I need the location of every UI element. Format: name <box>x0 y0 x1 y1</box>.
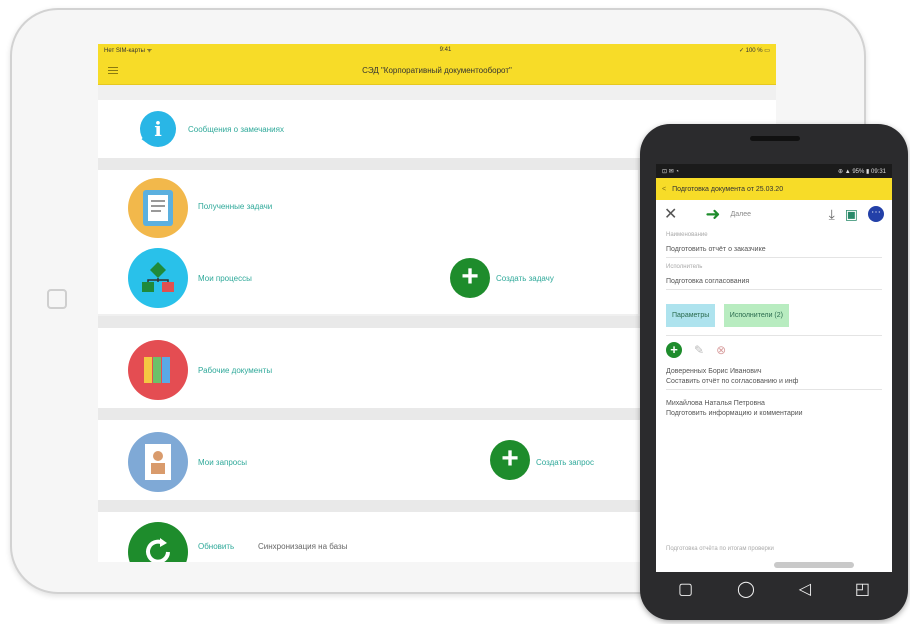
phone-tabs: Параметры Исполнители (2) <box>656 294 892 327</box>
forward-label[interactable]: Далее <box>731 211 752 218</box>
sync-label: Синхронизация на базы <box>258 542 348 551</box>
phone-speaker <box>750 136 800 141</box>
menu-row-label: Сообщения о замечаниях <box>188 125 284 134</box>
android-nav-bar: ▢ ◯ ◁ ◰ <box>656 572 892 606</box>
divider <box>666 257 882 258</box>
menu-row-label: Обновить <box>198 542 235 551</box>
tab-performers[interactable]: Исполнители (2) <box>723 304 789 327</box>
tablet-home-button[interactable] <box>47 289 67 309</box>
document-person-icon <box>128 432 188 492</box>
create-request-button[interactable]: + <box>490 440 530 480</box>
add-icon[interactable]: + <box>666 342 682 358</box>
recent-apps-icon[interactable]: ▢ <box>678 579 693 599</box>
phone-title: Подготовка документа от 25.03.20 <box>672 185 784 193</box>
menu-row-documents[interactable]: Рабочие документы <box>98 328 658 408</box>
info-icon: i <box>140 111 176 147</box>
svg-text:i: i <box>154 117 162 141</box>
status-battery: ✓ 100 % ▭ <box>738 47 770 54</box>
phone-status-left: ⊡ ✉ ◔ <box>662 168 680 175</box>
field-value[interactable]: Подготовка согласования <box>656 278 892 285</box>
phone-status-right: ⊕ ▲ 95% ▮ 09:31 <box>838 168 886 175</box>
list-item[interactable]: Доверенных Борис Иванович Составить отчё… <box>656 360 892 385</box>
menu-row-received-tasks[interactable]: Полученные задачи <box>98 170 638 240</box>
list-item[interactable]: Михайлова Наталья Петровна Подготовить и… <box>656 394 892 417</box>
flowchart-icon <box>128 248 188 308</box>
phone-toolbar: ✕ ➜ Далее ⤓ ▣ ⋯ <box>656 200 892 228</box>
save-icon[interactable]: ▣ <box>845 206 858 223</box>
menu-row-label: Полученные задачи <box>198 202 273 211</box>
clipboard-icon <box>128 178 188 238</box>
download-icon[interactable]: ⤓ <box>829 206 835 223</box>
create-task-button[interactable]: + <box>450 258 490 298</box>
delete-icon[interactable]: ⊗ <box>716 343 726 357</box>
folders-icon <box>128 340 188 400</box>
list-item-name: Доверенных Борис Иванович <box>666 368 762 375</box>
field-label: Наименование <box>666 232 708 238</box>
phone-frame: ⊡ ✉ ◔ ⊕ ▲ 95% ▮ 09:31 < Подготовка докум… <box>640 124 908 620</box>
scroll-indicator[interactable] <box>774 562 854 568</box>
phone-screen: ⊡ ✉ ◔ ⊕ ▲ 95% ▮ 09:31 < Подготовка докум… <box>656 164 892 572</box>
list-item-desc: Составить отчёт по согласованию и инф <box>666 378 799 385</box>
phone-status-bar: ⊡ ✉ ◔ ⊕ ▲ 95% ▮ 09:31 <box>656 164 892 178</box>
phone-title-bar: < Подготовка документа от 25.03.20 <box>656 178 892 200</box>
field-value[interactable]: Подготовить отчёт о заказчике <box>656 246 892 253</box>
tablet-app-header: СЭД "Корпоративный документооборот" <box>98 56 776 85</box>
divider <box>666 335 882 336</box>
menu-row-label: Рабочие документы <box>198 366 273 375</box>
bottom-hint: Подготовка отчёта по итогам проверки <box>666 546 774 552</box>
more-icon[interactable]: ⋯ <box>868 206 884 222</box>
create-task-label[interactable]: Создать задачу <box>496 274 554 283</box>
close-icon[interactable]: ✕ <box>664 204 677 224</box>
divider <box>666 389 882 390</box>
menu-row-my-requests[interactable]: Мои запросы + Создать запрос <box>98 420 658 500</box>
forward-arrow-icon[interactable]: ➜ <box>705 204 720 225</box>
home-icon[interactable]: ◯ <box>737 579 755 599</box>
list-actions: + ✎ ⊗ <box>656 340 892 360</box>
status-time: 9:41 <box>439 47 452 53</box>
app-title: СЭД "Корпоративный документооборот" <box>362 65 512 75</box>
menu-row-label: Мои запросы <box>198 458 247 467</box>
field-label: Исполнитель <box>666 264 703 270</box>
status-carrier: Нет SIM-карты ᯤ <box>104 48 153 54</box>
menu-icon[interactable]: ◰ <box>855 579 870 599</box>
back-arrow-icon[interactable]: < <box>662 186 666 193</box>
divider <box>666 289 882 290</box>
menu-row-my-processes[interactable]: Мои процессы + Создать задачу <box>98 240 638 314</box>
hamburger-menu-icon[interactable] <box>108 65 118 76</box>
tablet-status-bar: Нет SIM-карты ᯤ 9:41 ✓ 100 % ▭ <box>98 44 776 56</box>
edit-icon[interactable]: ✎ <box>694 343 704 357</box>
menu-row-label: Мои процессы <box>198 274 252 283</box>
list-item-name: Михайлова Наталья Петровна <box>666 400 765 407</box>
refresh-icon <box>128 522 188 562</box>
tab-parameters[interactable]: Параметры <box>666 304 716 327</box>
back-icon[interactable]: ◁ <box>799 579 811 599</box>
create-request-label[interactable]: Создать запрос <box>536 458 594 467</box>
list-item-desc: Подготовить информацию и комментарии <box>666 410 803 417</box>
